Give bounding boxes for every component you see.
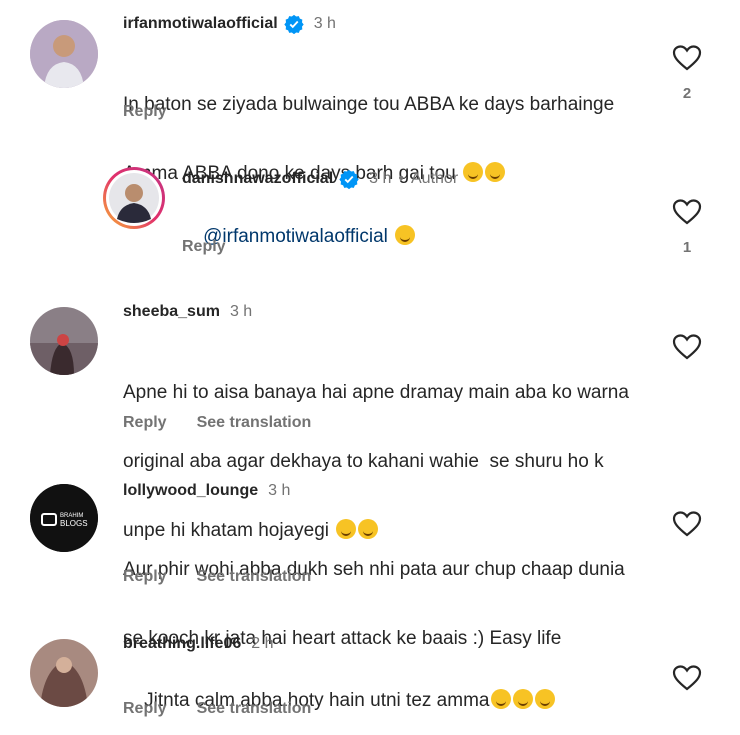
username[interactable]: breathing.life06 — [123, 635, 241, 653]
timestamp: 3 h — [268, 482, 291, 499]
avatar[interactable]: BRAHIM BLOGS — [30, 484, 98, 552]
reply-button[interactable]: Reply — [182, 238, 226, 256]
comment-danishnawazofficial: danishnawazofficial 3 h • Author @irfanm… — [0, 155, 740, 275]
avatar[interactable] — [30, 20, 98, 88]
avatar[interactable] — [30, 639, 98, 707]
reply-button[interactable]: Reply — [123, 568, 167, 586]
see-translation-button[interactable]: See translation — [197, 700, 312, 718]
timestamp: 3 h — [369, 170, 392, 187]
avatar-text-blogs: BLOGS — [60, 519, 88, 528]
heart-like-icon[interactable] — [671, 662, 703, 694]
comment-line: original aba agar dekhaya to kahani wahi… — [123, 451, 604, 472]
laughing-tears-emoji-icon — [395, 225, 416, 245]
reply-button[interactable]: Reply — [123, 700, 167, 718]
username[interactable]: sheeba_sum — [123, 303, 220, 321]
see-translation-button[interactable]: See translation — [197, 414, 312, 432]
username[interactable]: lollywood_lounge — [123, 482, 258, 500]
heart-like-icon[interactable] — [671, 196, 703, 228]
heart-like-icon[interactable] — [671, 331, 703, 363]
timestamp: 2 h — [251, 635, 274, 652]
comment-irfanmotiwalaofficial: irfanmotiwalaofficial 3 h In baton se zi… — [0, 0, 740, 184]
like-count: 1 — [682, 239, 692, 256]
reply-button[interactable]: Reply — [123, 414, 167, 432]
laughing-tears-emoji-icon — [491, 689, 512, 709]
comment-sheeba_sum: sheeba_sum 3 h Apne hi to aisa banaya ha… — [0, 295, 740, 541]
heart-like-icon[interactable] — [671, 508, 703, 540]
laughing-tears-emoji-icon — [513, 689, 534, 709]
comment-line: In baton se ziyada bulwainge tou ABBA ke… — [123, 94, 615, 115]
comment-line: Apne hi to aisa banaya hai apne dramay m… — [123, 382, 629, 403]
avatar-with-story-ring[interactable] — [103, 167, 165, 229]
timestamp: 3 h — [313, 15, 336, 32]
avatar[interactable] — [30, 307, 98, 375]
comment-lollywood_lounge: BRAHIM BLOGS lollywood_lounge 3 h Aur phi… — [0, 472, 740, 649]
author-badge: Author — [411, 170, 459, 187]
separator-dot: • — [398, 170, 404, 187]
laughing-tears-emoji-icon — [535, 689, 556, 709]
comment-text: @irfanmotiwalaofficial — [182, 202, 416, 271]
username[interactable]: irfanmotiwalaofficial — [123, 15, 278, 33]
see-translation-button[interactable]: See translation — [197, 568, 312, 586]
heart-like-icon[interactable] — [671, 42, 703, 74]
comment-breathing-life06: breathing.life06 2 h Jitnta calm abba ho… — [0, 625, 740, 730]
verified-badge-icon — [284, 14, 304, 34]
username[interactable]: danishnawazofficial — [182, 170, 333, 188]
verified-badge-icon — [339, 169, 359, 189]
timestamp: 3 h — [229, 303, 253, 320]
like-count: 2 — [682, 85, 692, 102]
reply-button[interactable]: Reply — [123, 103, 167, 121]
